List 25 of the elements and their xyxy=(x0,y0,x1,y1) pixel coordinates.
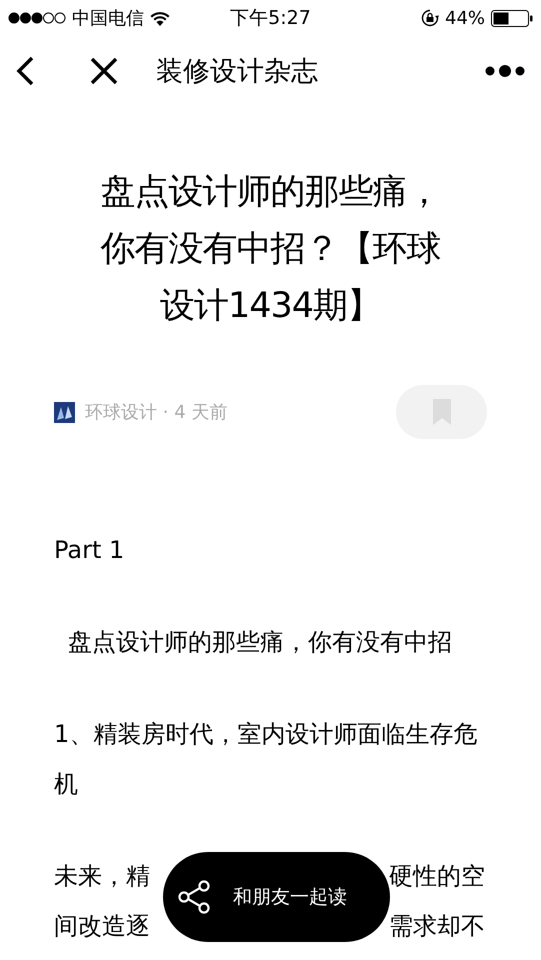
close-button[interactable] xyxy=(90,57,118,85)
carrier-name: 中国电信 xyxy=(72,7,144,30)
paragraph: 1、精装房时代，室内设计师面临生存危机 xyxy=(54,719,478,800)
wifi-icon xyxy=(150,10,170,26)
paragraph-fragment: 未来，精 xyxy=(54,861,150,892)
page-title: 装修设计杂志 xyxy=(156,55,319,89)
paragraph: Part 1 xyxy=(54,535,126,566)
author-and-time: 环球设计 · 4 天前 xyxy=(85,401,228,424)
article-title: 盘点设计师的那些痛， xyxy=(100,171,440,214)
battery-icon xyxy=(491,10,534,26)
paragraph-fragment: 间改造逐 xyxy=(54,911,150,942)
share-icon xyxy=(177,880,211,914)
rotation-lock-icon xyxy=(421,9,439,27)
article-title: 你有没有中招？【环球 xyxy=(100,228,440,271)
author-avatar xyxy=(54,402,75,422)
paragraph-fragment: 硬性的空 xyxy=(389,861,485,892)
article-title: 设计1434期】 xyxy=(160,285,382,328)
status-time: 下午5:27 xyxy=(230,6,311,31)
share-button[interactable]: 和朋友一起读 xyxy=(163,852,390,942)
paragraph-fragment: 需求却不 xyxy=(389,911,485,942)
back-button[interactable] xyxy=(14,56,36,86)
paragraph: 盘点设计师的那些痛，你有没有中招 xyxy=(67,627,453,658)
signal-icon xyxy=(8,12,66,24)
more-button[interactable] xyxy=(485,64,525,78)
battery-percentage: 44% xyxy=(445,8,486,28)
